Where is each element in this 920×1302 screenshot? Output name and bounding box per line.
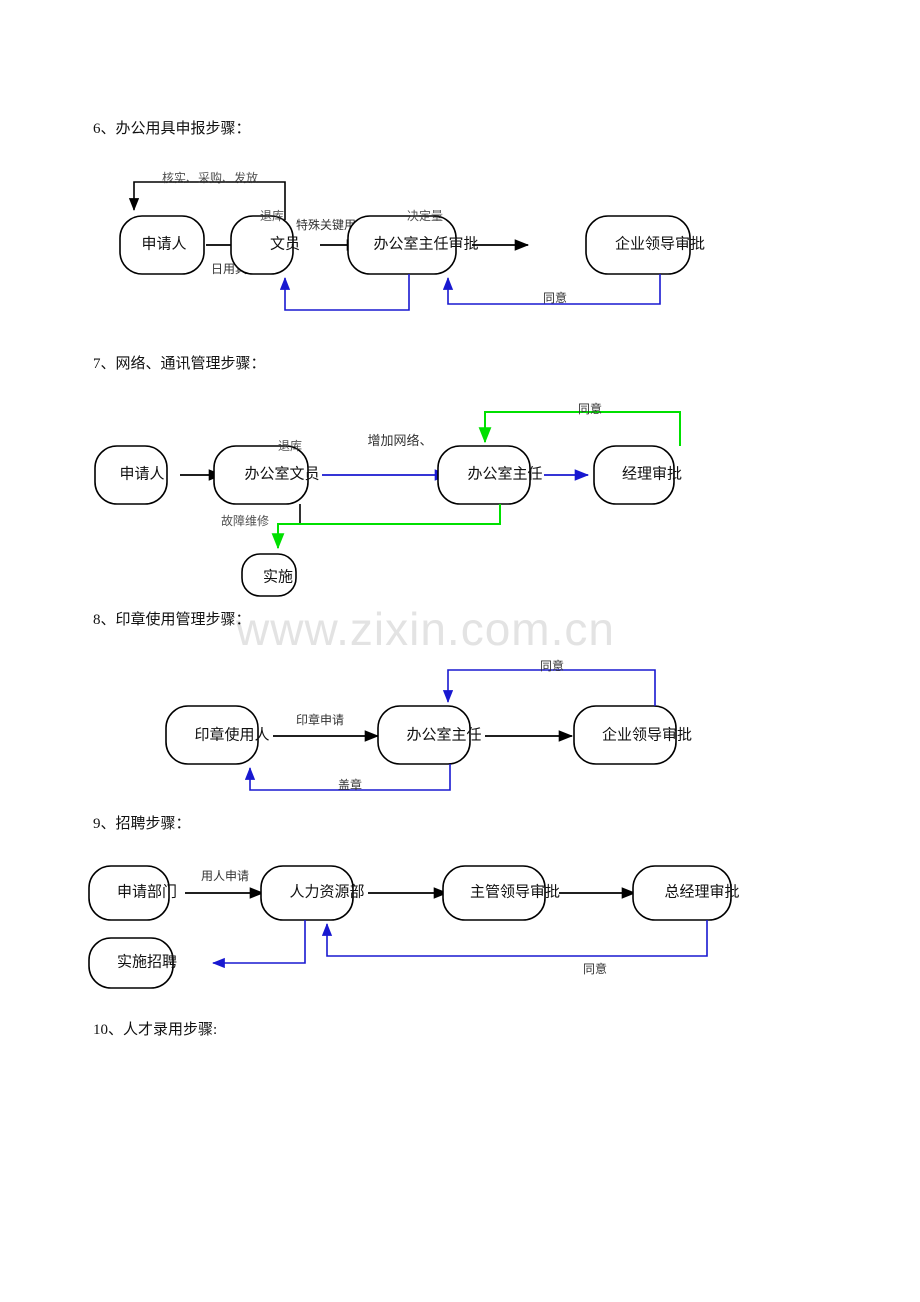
svg-text:故障维修: 故障维修	[221, 513, 269, 528]
flowchart-office-supplies: 核实、采购、发放 申请人 日用具 文员 退库 特殊关键用具 办公室主任审批 决定…	[119, 168, 810, 318]
svg-text:主管领导审批: 主管领导审批	[470, 883, 560, 900]
svg-text:总经理审批: 总经理审批	[664, 883, 739, 900]
svg-text:同意: 同意	[540, 658, 564, 673]
svg-text:申请人: 申请人	[119, 465, 164, 482]
svg-text:退库: 退库	[260, 208, 284, 223]
svg-text:实施招聘: 实施招聘	[117, 953, 177, 970]
document-page: www.zixin.com.cn 6、办公用具申报步骤： 核实、采购、发放 申请…	[0, 0, 920, 1302]
svg-text:同意: 同意	[543, 290, 567, 305]
svg-text:申请部门: 申请部门	[117, 883, 177, 900]
svg-text:用人申请: 用人申请	[201, 869, 249, 883]
svg-text:实施: 实施	[263, 568, 293, 585]
flowchart-network-comm: 申请人 办公室文员 退库 增加网络、 办公室主任 经理审批 同意 故障维修 实施	[94, 398, 760, 597]
section-heading-8: 8、印章使用管理步骤：	[93, 612, 251, 628]
svg-text:同意: 同意	[578, 401, 602, 416]
svg-text:退库: 退库	[278, 438, 302, 453]
flowchart-recruitment: 申请部门 用人申请 人力资源部 主管领导审批 总经理审批 同意 实施招聘	[88, 858, 795, 989]
flowchart-seal-usage: 印章使用人 印章申请 办公室主任 企业领导审批 同意 盖章	[160, 658, 740, 798]
svg-text:企业领导审批: 企业领导审批	[615, 234, 705, 252]
svg-text:办公室文员: 办公室文员	[244, 465, 319, 482]
svg-text:申请人: 申请人	[141, 235, 186, 252]
svg-text:办公室主任: 办公室主任	[467, 465, 542, 482]
section-heading-9: 9、招聘步骤：	[93, 816, 191, 832]
section-heading-7: 7、网络、通讯管理步骤：	[93, 356, 266, 372]
svg-text:办公室主任: 办公室主任	[406, 726, 481, 743]
svg-text:企业领导审批: 企业领导审批	[602, 725, 692, 743]
svg-text:核实、采购、发放: 核实、采购、发放	[162, 170, 258, 185]
section-heading-10: 10、人才录用步骤:	[93, 1022, 218, 1038]
section-heading-6: 6、办公用具申报步骤：	[93, 121, 251, 137]
svg-text:印章使用人: 印章使用人	[194, 725, 269, 743]
svg-text:经理审批: 经理审批	[622, 465, 682, 482]
svg-text:决定量: 决定量	[407, 208, 443, 223]
svg-text:增加网络、: 增加网络、	[367, 433, 432, 448]
svg-text:同意: 同意	[583, 961, 607, 976]
svg-text:盖章: 盖章	[338, 777, 362, 792]
svg-text:办公室主任审批: 办公室主任审批	[373, 235, 478, 252]
svg-text:人力资源部: 人力资源部	[289, 883, 364, 900]
svg-text:印章申请: 印章申请	[296, 712, 344, 727]
watermark-text: www.zixin.com.cn	[236, 603, 615, 655]
svg-text:文员: 文员	[270, 235, 300, 252]
